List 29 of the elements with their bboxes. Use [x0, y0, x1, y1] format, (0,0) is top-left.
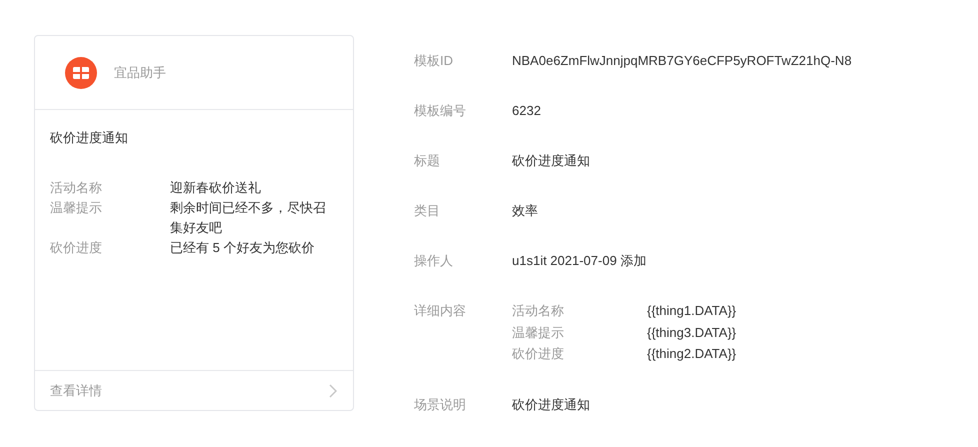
detail-value: NBA0e6ZmFlwJnnjpqMRB7GY6eCFP5yROFTwZ21hQ-N8 [512, 52, 853, 70]
view-details-link[interactable]: 查看详情 [50, 382, 102, 400]
detail-label: 标题 [414, 152, 441, 170]
field-name: 砍价进度 [512, 345, 565, 363]
field-key: {{thing2.DATA}} [647, 343, 934, 364]
message-title: 砍价进度通知 [50, 129, 129, 147]
field-value: 迎新春砍价送礼 [170, 179, 262, 197]
detail-label: 场景说明 [414, 396, 467, 414]
field-key: {{thing1.DATA}} [647, 300, 934, 322]
detail-label: 详细内容 [414, 302, 467, 320]
detail-value: 砍价进度通知 [512, 152, 591, 170]
field-value: 已经有 5 个好友为您砍价 [170, 239, 316, 257]
field-name: 活动名称 [512, 302, 565, 320]
detail-value: u1s1it 2021-07-09 添加 [512, 252, 648, 270]
field-label: 活动名称 [50, 179, 103, 197]
detail-label: 类目 [414, 202, 441, 220]
detail-value: 砍价进度通知 [512, 396, 591, 414]
field-value: 剩余时间已经不多，尽快召集好友吧 [170, 199, 327, 237]
chevron-right-icon [329, 384, 337, 398]
field-key: {{thing3.DATA}} [647, 322, 934, 343]
detail-value: 效率 [512, 202, 539, 220]
field-name: 温馨提示 [512, 324, 565, 342]
detail-label: 操作人 [414, 252, 454, 270]
detail-label: 模板编号 [414, 102, 467, 120]
detail-value: 6232 [512, 102, 542, 120]
detail-label: 模板ID [414, 52, 454, 70]
field-label: 砍价进度 [50, 239, 103, 257]
field-label: 温馨提示 [50, 199, 103, 217]
account-name: 宜品助手 [114, 64, 166, 82]
